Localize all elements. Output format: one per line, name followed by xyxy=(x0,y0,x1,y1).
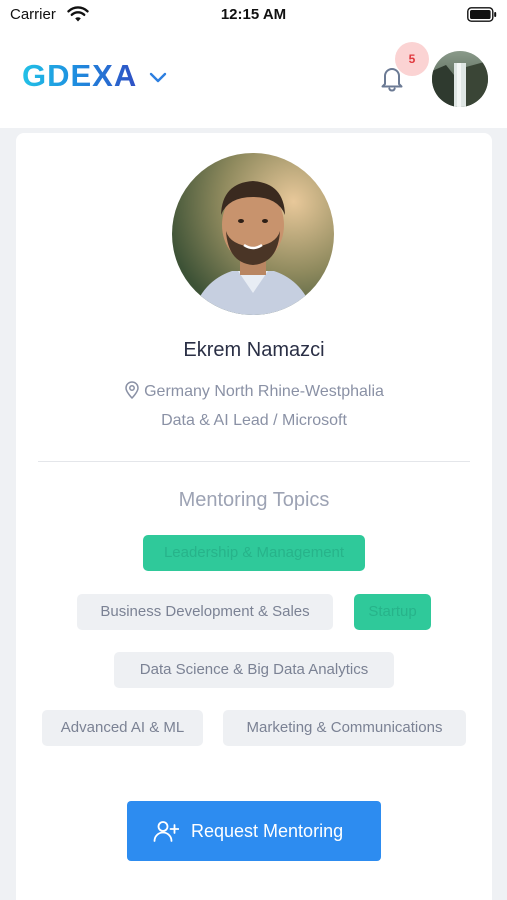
topic-tag-advanced-ai[interactable]: Advanced AI & ML xyxy=(42,710,203,746)
bell-icon[interactable] xyxy=(376,62,408,94)
app-header: GDEXA 5 xyxy=(0,30,507,128)
location-text: Germany North Rhine-Westphalia xyxy=(144,383,384,400)
topic-tag-leadership[interactable]: Leadership & Management xyxy=(143,535,365,571)
topic-tag-startup[interactable]: Startup xyxy=(354,594,431,630)
request-mentoring-button[interactable]: Request Mentoring xyxy=(127,801,381,861)
status-bar: Carrier 12:15 AM xyxy=(0,0,507,30)
topic-tag-marketing[interactable]: Marketing & Communications xyxy=(223,710,466,746)
mentor-location: Germany North Rhine-Westphalia xyxy=(16,381,492,401)
battery-icon xyxy=(467,7,497,22)
mentor-name: Ekrem Namazci xyxy=(183,339,325,361)
topics-title: Mentoring Topics xyxy=(178,489,330,511)
mentor-role: Data & AI Lead / Microsoft xyxy=(161,412,347,429)
user-avatar[interactable] xyxy=(432,51,488,107)
request-mentoring-label: Request Mentoring xyxy=(191,821,344,841)
profile-photo xyxy=(172,153,334,315)
chevron-down-icon[interactable] xyxy=(148,70,168,84)
location-pin-icon xyxy=(125,381,139,399)
divider xyxy=(38,461,470,462)
topic-tag-business-development[interactable]: Business Development & Sales xyxy=(77,594,333,630)
profile-card: Ekrem Namazci Germany North Rhine-Westph… xyxy=(16,133,492,900)
app-logo[interactable]: GDEXA xyxy=(22,58,137,94)
user-plus-icon xyxy=(153,821,179,842)
topic-tag-data-science[interactable]: Data Science & Big Data Analytics xyxy=(114,652,394,688)
clock: 12:15 AM xyxy=(220,6,287,23)
